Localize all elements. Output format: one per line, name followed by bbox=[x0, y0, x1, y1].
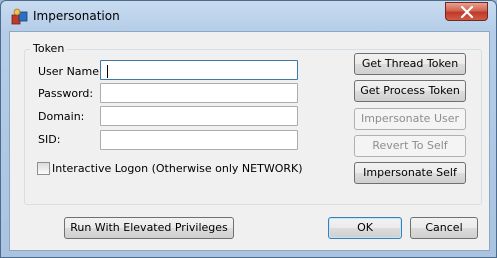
password-input[interactable] bbox=[100, 83, 298, 103]
impersonate-self-button[interactable]: Impersonate Self bbox=[354, 162, 466, 184]
window-title: Impersonation bbox=[33, 9, 120, 23]
sid-label: SID: bbox=[38, 133, 61, 146]
get-thread-token-button[interactable]: Get Thread Token bbox=[354, 53, 466, 75]
text-caret bbox=[107, 65, 108, 78]
ok-button[interactable]: OK bbox=[328, 217, 402, 239]
revert-to-self-button[interactable]: Revert To Self bbox=[354, 135, 466, 157]
close-icon bbox=[460, 6, 474, 18]
username-label: User Name: bbox=[38, 65, 103, 78]
sid-input[interactable] bbox=[100, 130, 298, 150]
run-elevated-button[interactable]: Run With Elevated Privileges bbox=[64, 217, 234, 239]
username-input[interactable] bbox=[100, 60, 298, 80]
title-bar[interactable]: Impersonation bbox=[1, 1, 496, 31]
interactive-logon-label[interactable]: Interactive Logon (Otherwise only NETWOR… bbox=[52, 162, 303, 175]
domain-label: Domain: bbox=[38, 110, 85, 123]
impersonate-user-button[interactable]: Impersonate User bbox=[354, 108, 466, 130]
dialog-client-area: Token User Name: Password: Domain: SID: … bbox=[9, 31, 490, 251]
impersonation-window: Impersonation Token User Name: Password:… bbox=[0, 0, 497, 258]
domain-input[interactable] bbox=[100, 106, 298, 126]
cancel-button[interactable]: Cancel bbox=[410, 217, 478, 239]
token-group-label: Token bbox=[30, 42, 68, 55]
app-icon bbox=[11, 8, 28, 25]
get-process-token-button[interactable]: Get Process Token bbox=[354, 80, 466, 102]
close-button[interactable] bbox=[445, 2, 488, 21]
interactive-logon-checkbox[interactable] bbox=[37, 162, 50, 175]
password-label: Password: bbox=[38, 87, 94, 100]
